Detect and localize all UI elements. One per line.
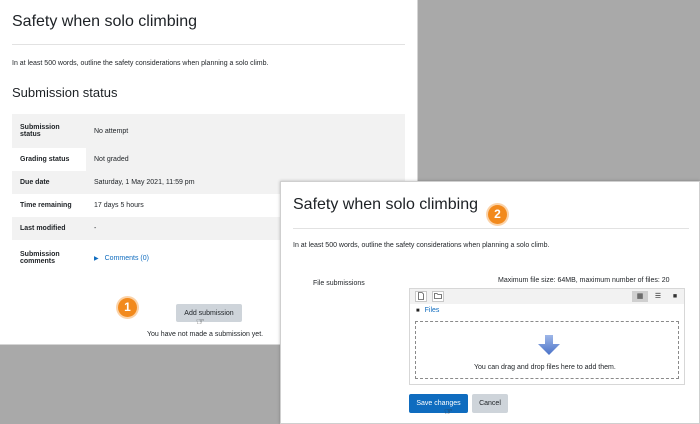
file-picker-toolbar: ▦ ☰ ■ — [410, 289, 684, 304]
row-label: Submission status — [20, 124, 60, 138]
folder-view-icon[interactable]: ■ — [667, 291, 683, 302]
down-arrow-icon — [538, 335, 560, 355]
table-row: Grading status Not graded — [12, 148, 405, 171]
folder-icon: ■ — [416, 308, 420, 314]
row-label: Last modified — [20, 225, 66, 232]
assignment-title: Safety when solo climbing — [293, 196, 478, 213]
step-badge: 1 — [118, 298, 137, 317]
save-changes-button[interactable]: Save changes — [409, 394, 468, 413]
row-label: Due date — [20, 179, 50, 186]
list-view-icon[interactable]: ☰ — [650, 291, 666, 302]
add-file-icon[interactable] — [415, 291, 427, 302]
row-label: Grading status — [12, 148, 86, 171]
drop-instructions: You can drag and drop files here to add … — [474, 364, 616, 371]
comments-link[interactable]: Comments (0) — [105, 255, 149, 262]
no-submission-text: You have not made a submission yet. — [147, 331, 264, 338]
file-dropzone[interactable]: You can drag and drop files here to add … — [415, 321, 679, 379]
hand-cursor-icon: ☞ — [444, 407, 453, 418]
files-link[interactable]: Files — [425, 307, 440, 314]
table-row: Submission status No attempt — [12, 114, 405, 148]
triangle-right-icon[interactable]: ▶ — [94, 256, 99, 262]
row-value: Not graded — [86, 148, 405, 171]
assignment-title: Safety when solo climbing — [12, 13, 197, 30]
assignment-intro: In at least 500 words, outline the safet… — [12, 60, 269, 67]
row-label: Submission comments — [20, 251, 60, 265]
files-breadcrumb: ■ Files — [416, 307, 439, 314]
assignment-intro: In at least 500 words, outline the safet… — [293, 242, 550, 249]
step-badge: 2 — [488, 205, 507, 224]
add-submission-button[interactable]: Add submission — [176, 304, 242, 322]
row-label: Time remaining — [20, 202, 72, 209]
hand-cursor-icon: ☞ — [196, 317, 205, 328]
divider — [12, 44, 405, 45]
cancel-button[interactable]: Cancel — [472, 394, 508, 413]
submission-status-heading: Submission status — [12, 85, 118, 100]
grid-view-icon[interactable]: ▦ — [632, 291, 648, 302]
row-value: No attempt — [94, 127, 129, 135]
divider — [293, 228, 689, 229]
file-picker: ▦ ☰ ■ ■ Files You can drag and drop files… — [409, 288, 685, 385]
create-folder-icon[interactable] — [432, 291, 444, 302]
file-limits-text: Maximum file size: 64MB, maximum number … — [498, 277, 670, 284]
file-submissions-label: File submissions — [313, 280, 365, 287]
edit-submission-panel: Safety when solo climbing 2 In at least … — [280, 181, 700, 424]
